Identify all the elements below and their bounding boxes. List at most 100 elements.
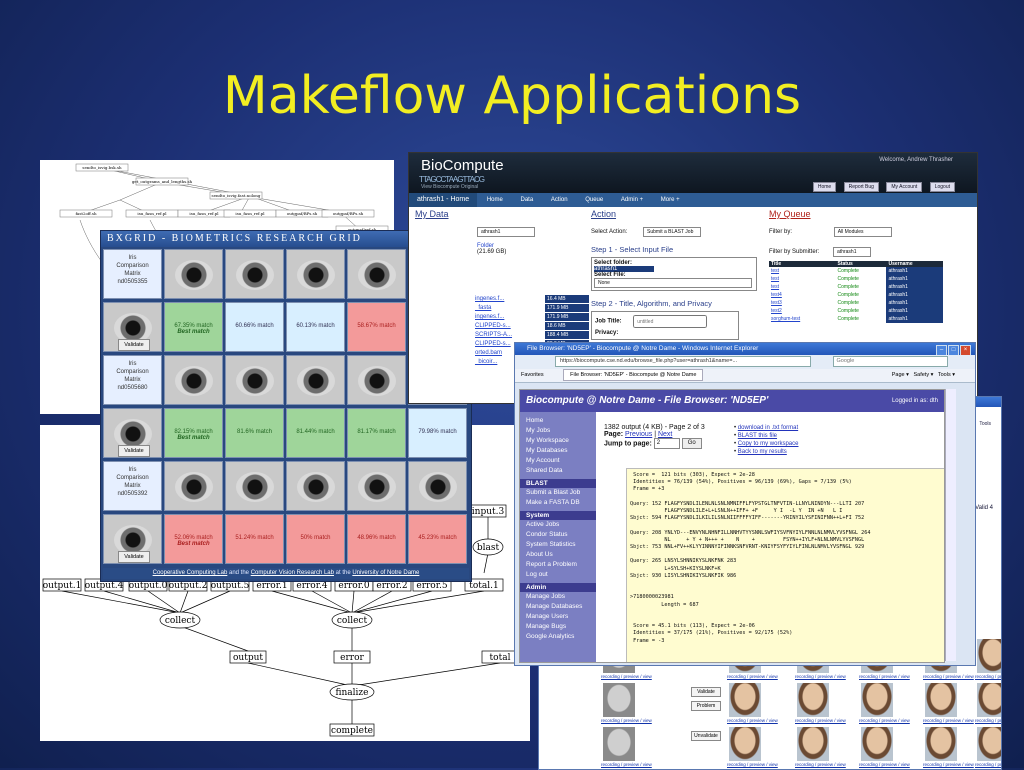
sidebar-item[interactable]: My Account: [520, 456, 596, 466]
file-link[interactable]: ingenes.f...: [475, 313, 545, 322]
file-action-link[interactable]: Back to my results: [738, 449, 787, 455]
nav-queue[interactable]: Queue: [577, 193, 611, 207]
file-action-link[interactable]: BLAST this file: [738, 433, 777, 439]
go-button[interactable]: Go: [681, 438, 702, 449]
queue-row[interactable]: test Complete athrash1: [769, 283, 943, 291]
job-title-link[interactable]: test3: [769, 299, 836, 307]
face-caption-link[interactable]: recording / preview / view: [601, 718, 652, 723]
footer-link-ccl[interactable]: Cooperative Computing Lab: [153, 570, 228, 576]
sidebar-item[interactable]: Report a Problem: [520, 560, 596, 570]
iris-image-cell[interactable]: [286, 249, 345, 299]
file-link[interactable]: ingenes.f...: [475, 295, 545, 304]
vertical-scrollbar[interactable]: [945, 389, 956, 661]
face-photo[interactable]: [797, 727, 829, 761]
sidebar-item[interactable]: My Databases: [520, 446, 596, 456]
nav-user-home[interactable]: athrash1 - Home: [409, 193, 478, 207]
face-caption-link[interactable]: recording / preview / view: [923, 718, 974, 723]
sidebar-item[interactable]: My Jobs: [520, 426, 596, 436]
nav-data[interactable]: Data: [513, 193, 542, 207]
sidebar-item[interactable]: Manage Bugs: [520, 622, 596, 632]
face-photo[interactable]: [977, 683, 1001, 717]
face-action-button[interactable]: Problem: [691, 701, 721, 711]
file-link[interactable]: _fasta: [475, 304, 545, 313]
iris-image-cell[interactable]: [347, 461, 406, 511]
my-data-title[interactable]: My Data: [415, 209, 585, 219]
face-photo[interactable]: [977, 727, 1001, 761]
queue-row[interactable]: test3 Complete athrash1: [769, 299, 943, 307]
page-menu[interactable]: Page: [892, 372, 905, 378]
iris-image-cell[interactable]: [164, 461, 223, 511]
sidebar-item[interactable]: Submit a Blast Job: [520, 488, 596, 498]
footer-link-cvrl[interactable]: Computer Vision Research Lab: [251, 570, 334, 576]
nav-admin[interactable]: Admin +: [613, 193, 651, 207]
face-photo[interactable]: [861, 683, 893, 717]
iris-image-cell[interactable]: [286, 355, 345, 405]
previous-link[interactable]: Previous: [625, 431, 652, 438]
browser-tab[interactable]: File Browser: 'ND5EP' - Biocompute @ Not…: [563, 369, 704, 381]
my-queue-title[interactable]: My Queue: [769, 209, 969, 219]
safety-menu[interactable]: Safety: [913, 372, 929, 378]
sidebar-item[interactable]: Manage Databases: [520, 602, 596, 612]
queue-row[interactable]: test Complete athrash1: [769, 267, 943, 275]
select-action-dropdown[interactable]: Submit a BLAST Job: [643, 227, 702, 237]
sidebar-item[interactable]: Make a FASTA DB: [520, 498, 596, 508]
face-caption-link[interactable]: recording / preview / view: [727, 762, 778, 767]
sidebar-item[interactable]: Manage Jobs: [520, 592, 596, 602]
sidebar-item[interactable]: Condor Status: [520, 530, 596, 540]
face-caption-link[interactable]: recording / preview / view: [795, 718, 846, 723]
queue-row[interactable]: sorghum-test Complete athrash1: [769, 315, 943, 323]
validate-button[interactable]: Validate: [118, 445, 150, 457]
sidebar-item[interactable]: Manage Users: [520, 612, 596, 622]
search-input[interactable]: Google: [832, 356, 948, 368]
iris-image-cell[interactable]: [286, 461, 345, 511]
iris-image-cell[interactable]: [408, 461, 467, 511]
face-caption-link[interactable]: recording / preview / view: [859, 762, 910, 767]
iris-image-cell[interactable]: [164, 355, 223, 405]
face-photo[interactable]: [925, 727, 957, 761]
validate-button[interactable]: Validate: [118, 339, 150, 351]
face-caption-link[interactable]: recording / preview / view: [975, 762, 1001, 767]
queue-row[interactable]: test4 Complete athrash1: [769, 291, 943, 299]
iris-image-cell[interactable]: [225, 461, 284, 511]
face-photo[interactable]: [925, 683, 957, 717]
url-input[interactable]: https://biocompute.cse.nd.edu/browse_fil…: [555, 356, 811, 368]
face-grid-tools-menu[interactable]: Tools: [979, 421, 991, 427]
face-scan-image[interactable]: [603, 683, 635, 717]
action-title[interactable]: Action: [591, 209, 761, 219]
submitter-dropdown[interactable]: athrash1: [833, 247, 872, 257]
logout-button[interactable]: Logout: [929, 182, 955, 192]
job-title-input[interactable]: [633, 315, 708, 328]
face-photo[interactable]: [797, 683, 829, 717]
sidebar-item[interactable]: Home: [520, 416, 596, 426]
face-caption-link[interactable]: recording / preview / view: [727, 674, 778, 679]
iris-image-cell[interactable]: [347, 249, 406, 299]
face-photo[interactable]: [729, 727, 761, 761]
face-photo[interactable]: [861, 727, 893, 761]
job-title-link[interactable]: test: [769, 267, 836, 275]
job-title-link[interactable]: test2: [769, 307, 836, 315]
my-account-button[interactable]: My Account: [886, 182, 923, 192]
face-photo[interactable]: [729, 683, 761, 717]
iris-image-cell[interactable]: [225, 355, 284, 405]
nav-action[interactable]: Action: [543, 193, 576, 207]
face-caption-link[interactable]: recording / preview / view: [975, 674, 1001, 679]
sidebar-item[interactable]: Active Jobs: [520, 520, 596, 530]
select-file-dropdown[interactable]: None: [594, 278, 752, 288]
face-caption-link[interactable]: recording / preview / view: [601, 762, 652, 767]
report-bug-button[interactable]: Report Bug: [843, 182, 879, 192]
job-title-link[interactable]: test4: [769, 291, 836, 299]
face-caption-link[interactable]: recording / preview / view: [795, 762, 846, 767]
file-link[interactable]: SCRIPTS-A...: [475, 331, 545, 340]
jump-page-input[interactable]: 2: [653, 438, 680, 449]
face-caption-link[interactable]: recording / preview / view: [859, 674, 910, 679]
job-title-link[interactable]: sorghum-test: [769, 315, 836, 323]
face-caption-link[interactable]: recording / preview / view: [795, 674, 846, 679]
iris-image-cell[interactable]: [347, 355, 406, 405]
sidebar-item[interactable]: System Statistics: [520, 540, 596, 550]
face-caption-link[interactable]: recording / preview / view: [601, 674, 652, 679]
iris-image-cell[interactable]: [225, 249, 284, 299]
sidebar-item[interactable]: Shared Data: [520, 466, 596, 476]
queue-row[interactable]: test Complete athrash1: [769, 275, 943, 283]
sidebar-item[interactable]: Log out: [520, 570, 596, 580]
filter-dropdown[interactable]: All Modules: [833, 227, 892, 237]
